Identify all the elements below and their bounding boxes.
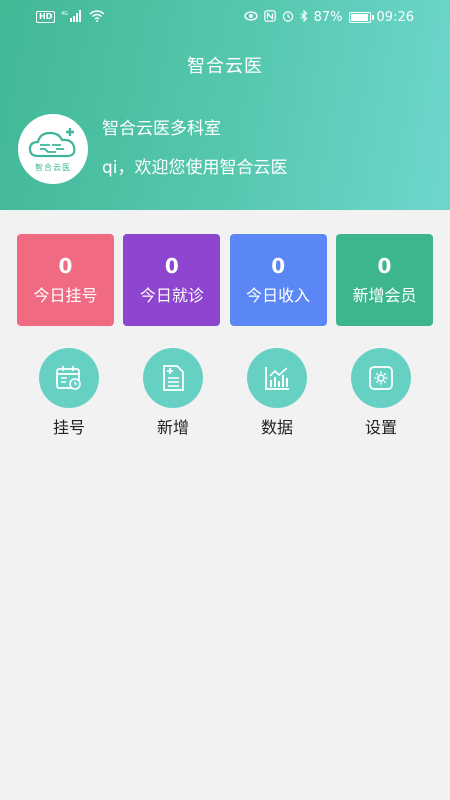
stat-label: 今日就诊 [139,286,204,305]
wifi-icon [89,9,105,25]
clinic-logo: 智合云医 [18,114,88,184]
cloud-cross-icon [28,127,76,157]
hd-badge: HD [36,11,56,23]
signal-icon: 4G [61,9,83,25]
battery-percent: 87% [313,9,343,25]
stat-card-visits[interactable]: 0 今日就诊 [123,234,221,326]
action-label: 新增 [156,418,189,437]
network-type: 4G [61,11,68,17]
chart-icon [247,348,307,408]
status-bar-right: 87% 09:26 [243,9,414,25]
clinic-profile[interactable]: 智合云医 智合云医多科室 qi，欢迎您使用智合云医 [18,114,288,184]
stats-row: 0 今日挂号 0 今日就诊 0 今日收入 0 新增会员 [17,234,433,326]
stat-card-new-members[interactable]: 0 新增会员 [335,234,433,326]
data-button[interactable]: 数据 [225,348,329,438]
settings-button[interactable]: 设置 [329,348,433,438]
stat-label: 今日收入 [246,286,311,305]
stat-card-income[interactable]: 0 今日收入 [229,234,327,326]
welcome-message: qi，欢迎您使用智合云医 [102,158,288,178]
stat-value: 0 [58,254,73,278]
action-label: 设置 [364,418,397,437]
nfc-icon [263,9,276,25]
bluetooth-icon [300,9,308,25]
status-bar: HD 4G 87% 09:26 [0,0,450,34]
header: HD 4G 87% 09:26 智合云医 智合云医 智合云医多科室 qi，欢迎您… [0,0,450,210]
action-grid: 挂号 新增 数据 设置 [17,348,433,438]
stat-value: 0 [271,254,286,278]
action-label: 数据 [260,418,293,437]
register-button[interactable]: 挂号 [17,348,121,438]
calendar-icon [39,348,99,408]
stat-value: 0 [164,254,179,278]
stat-value: 0 [377,254,392,278]
battery-icon [348,11,374,23]
document-add-icon [143,348,203,408]
stat-label: 今日挂号 [33,286,98,305]
logo-text: 智合云医 [35,162,71,172]
stat-card-registrations[interactable]: 0 今日挂号 [17,234,114,326]
status-bar-left: HD 4G [36,9,105,25]
page-title: 智合云医 [187,56,263,77]
status-time: 09:26 [376,9,414,25]
add-new-button[interactable]: 新增 [121,348,225,438]
action-label: 挂号 [52,418,85,437]
settings-icon [351,348,411,408]
battery-fill [350,13,368,21]
profile-text: 智合云医多科室 qi，欢迎您使用智合云医 [102,119,288,178]
alarm-icon [282,10,294,25]
stat-label: 新增会员 [352,286,417,305]
clinic-name: 智合云医多科室 [102,119,221,139]
eye-icon [243,10,258,24]
